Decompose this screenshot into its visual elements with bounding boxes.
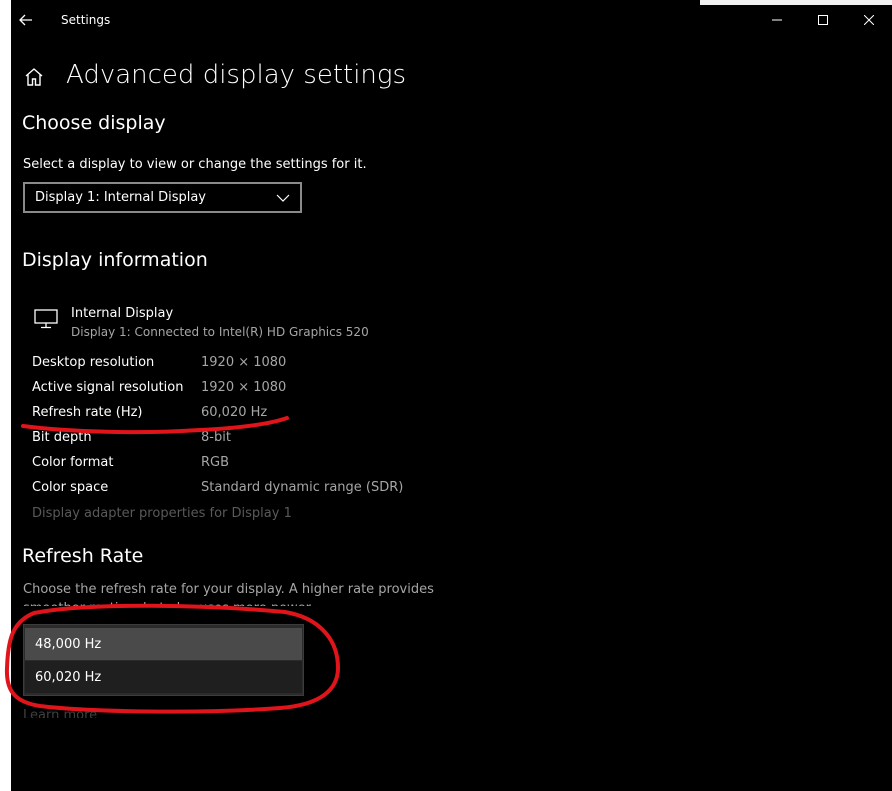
back-button[interactable] [14,8,38,32]
app-title: Settings [61,13,111,27]
refresh-rate-option-60[interactable]: 60,020 Hz [25,661,302,693]
info-row-active-signal-resolution: Active signal resolution 1920 × 1080 [32,380,432,400]
background-window-edge [700,0,892,5]
info-value: 8-bit [201,430,231,445]
info-label: Color format [32,455,114,470]
settings-window: Settings Advanced display settings Choos [11,0,892,791]
refresh-rate-option-48[interactable]: 48,000 Hz [25,628,302,660]
info-value: RGB [201,455,230,470]
info-label: Desktop resolution [32,355,155,370]
option-label: 48,000 Hz [35,636,102,652]
info-row-refresh-rate: Refresh rate (Hz) 60,020 Hz [32,405,432,425]
info-value: 1920 × 1080 [201,355,287,370]
refresh-rate-description: Choose the refresh rate for your display… [23,580,443,606]
chevron-down-icon [276,194,290,202]
info-label: Active signal resolution [32,380,184,395]
learn-more-link[interactable]: Learn more [23,708,97,718]
display-connection: Display 1: Connected to Intel(R) HD Grap… [71,325,369,339]
choose-display-instruction: Select a display to view or change the s… [23,157,367,172]
info-value: 60,020 Hz [201,405,268,420]
maximize-button[interactable] [800,0,846,40]
minimize-icon [772,19,782,21]
display-select-value: Display 1: Internal Display [35,190,206,205]
choose-display-heading: Choose display [22,112,166,134]
display-name: Internal Display [71,306,174,321]
info-row-desktop-resolution: Desktop resolution 1920 × 1080 [32,355,432,375]
home-icon[interactable] [23,66,45,88]
maximize-icon [818,15,828,25]
close-button[interactable] [846,0,892,40]
back-arrow-icon [19,14,32,26]
display-select-dropdown[interactable]: Display 1: Internal Display [23,182,302,213]
minimize-button[interactable] [754,0,800,40]
info-value: Standard dynamic range (SDR) [201,480,404,495]
monitor-icon [34,309,58,329]
info-row-bit-depth: Bit depth 8-bit [32,430,432,450]
display-adapter-properties-link[interactable]: Display adapter properties for Display 1 [32,506,292,521]
info-row-color-format: Color format RGB [32,455,432,475]
info-value: 1920 × 1080 [201,380,287,395]
window-controls [754,0,892,40]
info-label: Color space [32,480,109,495]
option-label: 60,020 Hz [35,669,102,685]
info-label: Refresh rate (Hz) [32,405,143,420]
close-icon [864,15,874,25]
info-row-color-space: Color space Standard dynamic range (SDR) [32,480,432,500]
display-information-heading: Display information [22,249,208,271]
page-title: Advanced display settings [66,60,407,90]
refresh-rate-heading: Refresh Rate [22,545,144,567]
title-bar: Settings [11,0,892,40]
refresh-rate-description-line1: Choose the refresh rate for your display… [23,582,434,597]
refresh-rate-dropdown-list: 48,000 Hz 60,020 Hz [23,624,304,696]
info-label: Bit depth [32,430,92,445]
refresh-rate-description-line2: smoother motion, but also uses more powe… [23,599,443,606]
